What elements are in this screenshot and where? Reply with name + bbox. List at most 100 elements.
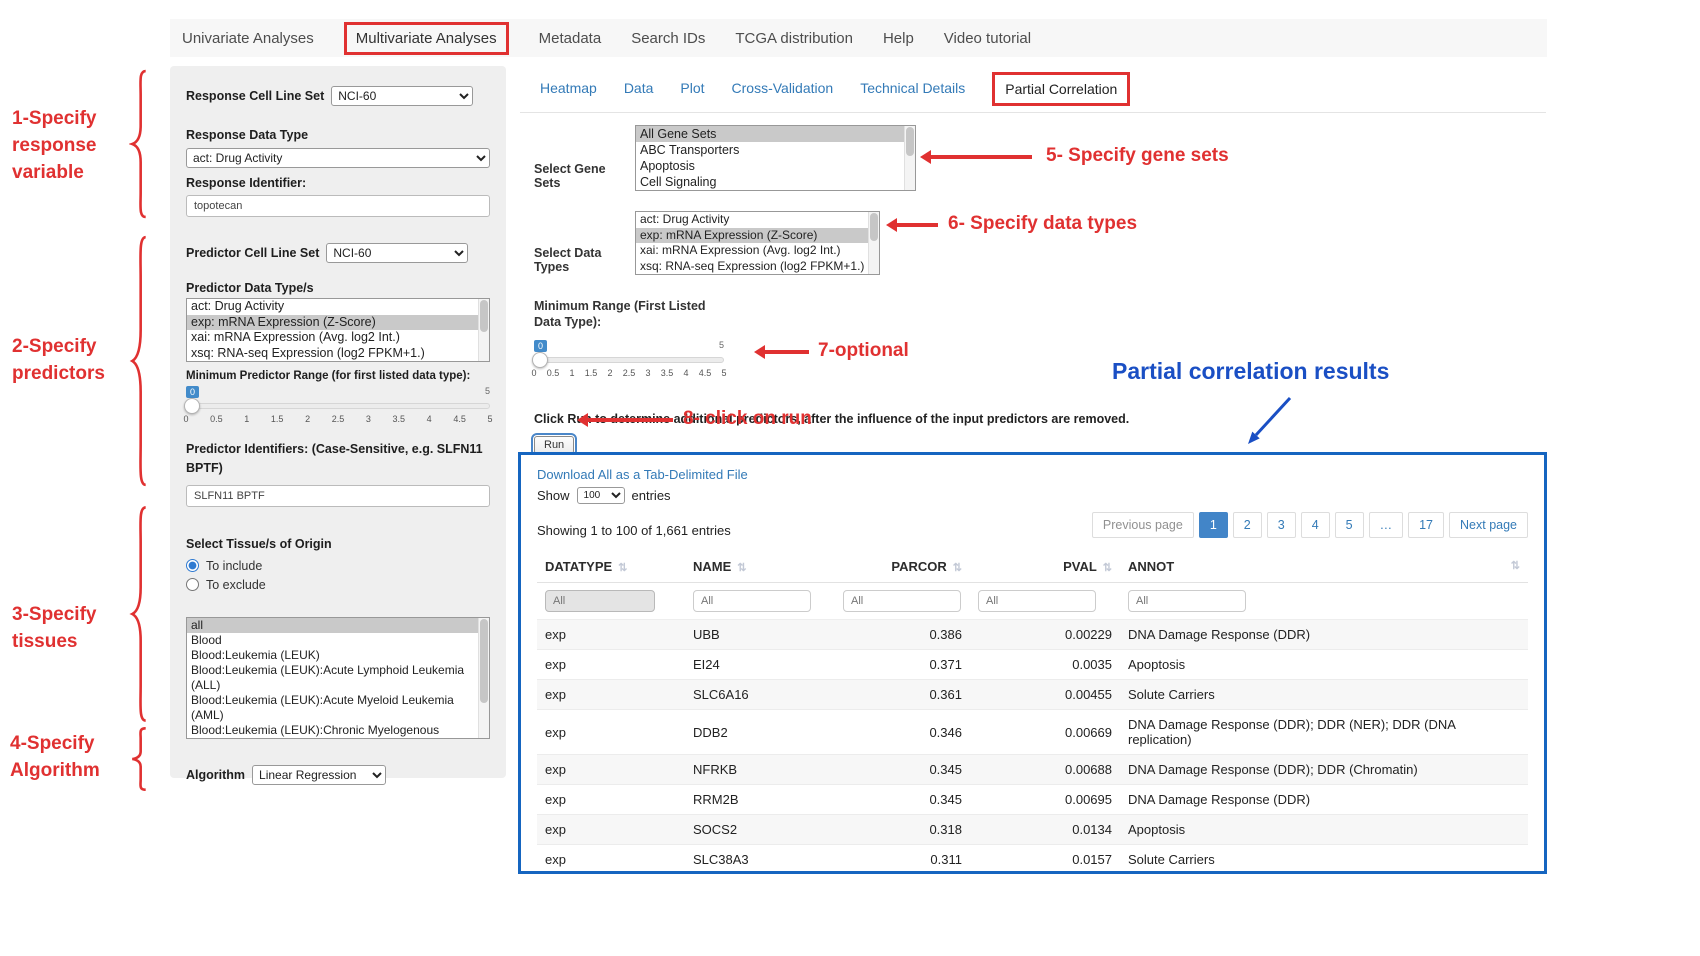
results-table: DATATYPE⇅ NAME⇅ PARCOR⇅ PVAL⇅ ANNOT⇅: [537, 550, 1528, 874]
filter-annot-input[interactable]: [1128, 590, 1246, 612]
response-identifier-input[interactable]: [186, 195, 490, 217]
filter-pval-input[interactable]: [978, 590, 1096, 612]
nav-item-video-tutorial[interactable]: Video tutorial: [944, 30, 1031, 47]
algorithm-select[interactable]: Linear Regression: [252, 765, 386, 785]
listbox-option[interactable]: Blood:Leukemia (LEUK): [187, 648, 489, 663]
listbox-option[interactable]: Apoptosis: [636, 158, 915, 174]
listbox-option[interactable]: All Gene Sets: [636, 126, 915, 142]
gene-sets-label: Select Gene Sets: [534, 162, 635, 191]
page-button-3[interactable]: 3: [1267, 512, 1296, 538]
listbox-option[interactable]: act: Drug Activity: [187, 299, 489, 315]
nav-item-multivariate-analyses[interactable]: Multivariate Analyses: [344, 22, 509, 55]
sort-icon[interactable]: ⇅: [737, 562, 746, 574]
tab-partial-correlation[interactable]: Partial Correlation: [992, 72, 1130, 106]
slider-track[interactable]: [186, 403, 490, 409]
annotation-step8: 8- click on run: [683, 406, 812, 433]
entries-per-page-select[interactable]: 100: [577, 487, 625, 504]
page-button-5[interactable]: 5: [1335, 512, 1364, 538]
next-page-button[interactable]: Next page: [1449, 512, 1528, 538]
column-header-pval[interactable]: PVAL⇅: [970, 550, 1120, 583]
listbox-option[interactable]: xsq: RNA-seq Expression (log2 FPKM+1.): [187, 346, 489, 362]
analysis-form-panel: Response Cell Line Set NCI-60 Response D…: [170, 66, 506, 778]
table-row: expSLC6A160.3610.00455Solute Carriers: [537, 680, 1528, 710]
filter-parcor-input[interactable]: [843, 590, 961, 612]
listbox-option[interactable]: act: Drug Activity: [636, 212, 879, 228]
filter-name-input[interactable]: [693, 590, 811, 612]
bracket-step4: [129, 727, 149, 791]
tab-heatmap[interactable]: Heatmap: [540, 80, 597, 96]
predictor-cell-line-set-label: Predictor Cell Line Set: [186, 246, 319, 260]
annotation-step1: 1-Specify response variable: [12, 106, 124, 187]
filter-datatype-input[interactable]: [545, 590, 655, 612]
bracket-step2: [129, 232, 149, 490]
scrollbar[interactable]: [478, 618, 489, 738]
listbox-option[interactable]: xai: mRNA Expression (Avg. log2 Int.): [187, 330, 489, 346]
table-row: expEI240.3710.0035Apoptosis: [537, 650, 1528, 680]
data-types-label: Select Data Types: [534, 246, 635, 275]
tab-technical-details[interactable]: Technical Details: [860, 80, 965, 96]
predictor-cell-line-set-select[interactable]: NCI-60: [326, 243, 468, 263]
tissue-include-radio[interactable]: [186, 559, 199, 572]
listbox-option[interactable]: xai: mRNA Expression (Avg. log2 Int.): [636, 243, 879, 259]
nav-item-metadata[interactable]: Metadata: [539, 30, 602, 47]
gene-sets-listbox: All Gene Sets ABC Transporters Apoptosis…: [635, 125, 916, 191]
sort-icon[interactable]: ⇅: [618, 562, 627, 574]
annotation-step2: 2-Specify predictors: [12, 334, 124, 388]
response-data-type-select[interactable]: act: Drug Activity: [186, 148, 490, 168]
annotation-results-title: Partial correlation results: [1112, 358, 1389, 385]
page-button-4[interactable]: 4: [1301, 512, 1330, 538]
listbox-option[interactable]: all: [187, 618, 489, 633]
page-button-2[interactable]: 2: [1233, 512, 1262, 538]
listbox-option[interactable]: ABC Transporters: [636, 142, 915, 158]
tissues-listbox: all Blood Blood:Leukemia (LEUK) Blood:Le…: [186, 617, 490, 739]
listbox-option[interactable]: Blood: [187, 633, 489, 648]
table-row: expDDB20.3460.00669DNA Damage Response (…: [537, 710, 1528, 755]
page-button-1[interactable]: 1: [1199, 512, 1228, 538]
column-header-annot[interactable]: ANNOT⇅: [1120, 550, 1528, 583]
sort-icon[interactable]: ⇅: [953, 562, 962, 574]
download-tab-delimited-link[interactable]: Download All as a Tab-Delimited File: [537, 467, 748, 482]
nav-item-help[interactable]: Help: [883, 30, 914, 47]
slider-track[interactable]: [534, 357, 724, 363]
listbox-option[interactable]: Cell Signaling: [636, 174, 915, 190]
scrollbar[interactable]: [868, 212, 879, 274]
listbox-option[interactable]: xsq: RNA-seq Expression (log2 FPKM+1.): [636, 259, 879, 275]
page-button-17[interactable]: 17: [1408, 512, 1444, 538]
tissue-exclude-radio[interactable]: [186, 578, 199, 591]
annotation-step7: 7-optional: [818, 338, 909, 365]
nav-item-tcga-distribution[interactable]: TCGA distribution: [735, 30, 853, 47]
sort-icon[interactable]: ⇅: [1511, 559, 1520, 572]
predictor-identifiers-label: Predictor Identifiers: (Case-Sensitive, …: [186, 440, 490, 479]
results-tabs: Heatmap Data Plot Cross-Validation Techn…: [520, 70, 1546, 113]
slider-value-badge: 0: [186, 386, 199, 398]
scrollbar[interactable]: [478, 299, 489, 361]
column-header-parcor[interactable]: PARCOR⇅: [835, 550, 970, 583]
listbox-option[interactable]: Blood:Leukemia (LEUK):Chronic Myelogenou…: [187, 723, 489, 739]
listbox-option[interactable]: Blood:Leukemia (LEUK):Acute Lymphoid Leu…: [187, 663, 489, 693]
response-cell-line-set-label: Response Cell Line Set: [186, 89, 324, 103]
nav-item-univariate-analyses[interactable]: Univariate Analyses: [182, 30, 314, 47]
tab-plot[interactable]: Plot: [680, 80, 704, 96]
predictor-identifiers-input[interactable]: [186, 485, 490, 507]
nav-item-search-ids[interactable]: Search IDs: [631, 30, 705, 47]
column-header-datatype[interactable]: DATATYPE⇅: [537, 550, 685, 583]
slider-handle[interactable]: [532, 352, 548, 368]
scrollbar[interactable]: [904, 126, 915, 190]
sort-icon[interactable]: ⇅: [1103, 562, 1112, 574]
slider-value-badge: 0: [534, 340, 547, 352]
slider-max-label: 5: [719, 340, 724, 350]
tab-data[interactable]: Data: [624, 80, 654, 96]
slider-max-label: 5: [485, 386, 490, 396]
response-cell-line-set-select[interactable]: NCI-60: [331, 86, 473, 106]
listbox-option[interactable]: Blood:Leukemia (LEUK):Acute Myeloid Leuk…: [187, 693, 489, 723]
previous-page-button[interactable]: Previous page: [1092, 512, 1194, 538]
min-predictor-range-slider: 0 5 00.511.522.533.544.55: [186, 386, 490, 430]
tab-cross-validation[interactable]: Cross-Validation: [732, 80, 834, 96]
slider-handle[interactable]: [184, 398, 200, 414]
listbox-option[interactable]: exp: mRNA Expression (Z-Score): [187, 315, 489, 331]
annotation-step4: 4-Specify Algorithm: [10, 731, 126, 785]
column-header-name[interactable]: NAME⇅: [685, 550, 835, 583]
arrow-to-gene-sets: [920, 150, 1032, 164]
arrow-to-results-panel: [1240, 394, 1300, 452]
listbox-option[interactable]: exp: mRNA Expression (Z-Score): [636, 228, 879, 244]
